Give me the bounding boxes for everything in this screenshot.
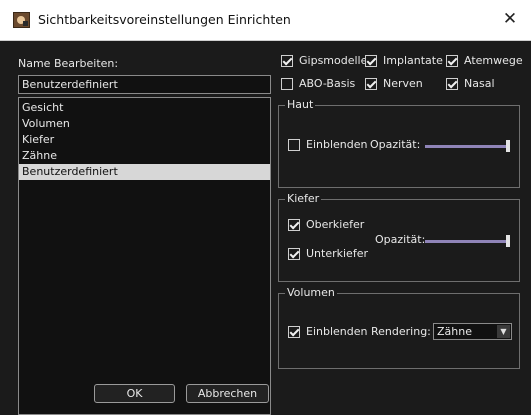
kiefer-opacity-label: Opazität: [375, 233, 426, 246]
checkbox-box [288, 247, 300, 260]
app-icon [13, 12, 30, 28]
window-title: Sichtbarkeitsvoreinstellungen Einrichten [38, 12, 291, 27]
haut-group: Haut Einblenden Opazität: [278, 98, 520, 188]
haut-opacity-slider[interactable] [425, 140, 510, 152]
chevron-down-icon[interactable]: ▼ [497, 325, 510, 338]
haut-einblenden-label: Einblenden [306, 138, 368, 151]
checkbox-box [365, 77, 377, 90]
oberkiefer-checkbox[interactable]: Oberkiefer [288, 218, 364, 231]
kiefer-group: Kiefer Oberkiefer Unterkiefer Opazität: [278, 192, 520, 282]
volumen-group-title: Volumen [285, 286, 337, 299]
checkbox-box [288, 218, 300, 231]
ok-button[interactable]: OK [94, 384, 175, 403]
cancel-button[interactable]: Abbrechen [186, 384, 269, 403]
slider-thumb[interactable] [506, 140, 510, 152]
nasal-checkbox[interactable]: Nasal [446, 77, 495, 90]
unterkiefer-checkbox[interactable]: Unterkiefer [288, 247, 368, 260]
rendering-label: Rendering: [371, 325, 431, 338]
title-bar: Sichtbarkeitsvoreinstellungen Einrichten… [0, 0, 531, 41]
list-item-kiefer[interactable]: Kiefer [19, 132, 270, 148]
checkbox-box [281, 77, 293, 90]
volumen-einblenden-label: Einblenden [306, 325, 368, 338]
slider-thumb[interactable] [506, 235, 510, 247]
nerven-checkbox[interactable]: Nerven [365, 77, 423, 90]
gipsmodelle-checkbox[interactable]: Gipsmodelle [281, 54, 367, 67]
abo-basis-label: ABO-Basis [299, 77, 356, 90]
nasal-label: Nasal [464, 77, 495, 90]
dialog-body: Name Bearbeiten: Benutzerdefiniert Gesic… [0, 41, 531, 415]
abo-basis-checkbox[interactable]: ABO-Basis [281, 77, 355, 90]
volumen-einblenden-checkbox[interactable]: Einblenden [288, 325, 367, 338]
haut-group-title: Haut [285, 98, 316, 111]
checkbox-box [288, 325, 300, 338]
checkbox-box [281, 54, 293, 67]
list-item-zaehne[interactable]: Zähne [19, 148, 270, 164]
checkbox-box [288, 138, 300, 151]
haut-opacity-label: Opazität: [370, 138, 421, 151]
atemwege-label: Atemwege [464, 54, 523, 67]
kiefer-opacity-slider[interactable] [425, 235, 510, 247]
checkbox-box [446, 54, 458, 67]
list-item-gesicht[interactable]: Gesicht [19, 100, 270, 116]
unterkiefer-label: Unterkiefer [306, 247, 368, 260]
gipsmodelle-label: Gipsmodelle [299, 54, 368, 67]
close-icon: ✕ [502, 9, 518, 29]
name-edit-input[interactable]: Benutzerdefiniert [18, 75, 271, 94]
close-button[interactable]: ✕ [497, 6, 523, 32]
rendering-dropdown[interactable]: Zähne ▼ [433, 323, 512, 340]
atemwege-checkbox[interactable]: Atemwege [446, 54, 523, 67]
preset-list[interactable]: Gesicht Volumen Kiefer Zähne Benutzerdef… [18, 97, 271, 415]
list-item-volumen[interactable]: Volumen [19, 116, 270, 132]
checkbox-box [365, 54, 377, 67]
implantate-label: Implantate [383, 54, 443, 67]
name-edit-label: Name Bearbeiten: [18, 57, 119, 70]
implantate-checkbox[interactable]: Implantate [365, 54, 443, 67]
haut-einblenden-checkbox[interactable]: Einblenden [288, 138, 367, 151]
nerven-label: Nerven [383, 77, 423, 90]
list-item-benutzerdefiniert[interactable]: Benutzerdefiniert [19, 164, 270, 180]
kiefer-group-title: Kiefer [285, 192, 322, 205]
rendering-value: Zähne [437, 325, 472, 338]
oberkiefer-label: Oberkiefer [306, 218, 365, 231]
checkbox-box [446, 77, 458, 90]
volumen-group: Volumen Einblenden Rendering: Zähne ▼ [278, 286, 520, 369]
